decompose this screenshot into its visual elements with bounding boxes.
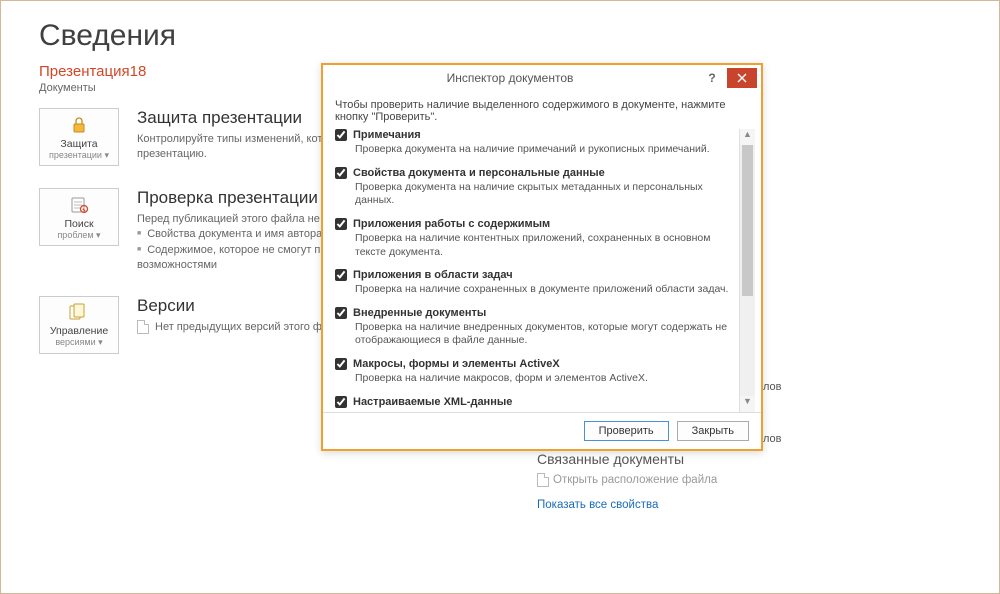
lock-icon — [68, 114, 90, 136]
scroll-thumb[interactable] — [742, 145, 753, 296]
inspector-checkbox[interactable] — [335, 358, 347, 370]
inspector-item-name: Приложения работы с содержимым — [353, 218, 550, 230]
tile-label: Поиск — [64, 218, 93, 230]
dialog-title: Инспектор документов — [323, 71, 697, 85]
inspector-item: Настраиваемые XML-данные Проверка докумен… — [335, 396, 739, 412]
document-inspector-dialog: Инспектор документов ? Чтобы проверить н… — [321, 63, 763, 451]
close-icon — [737, 73, 747, 83]
inspector-item: Внедренные документы Проверка на наличие … — [335, 307, 739, 348]
protect-presentation-button[interactable]: Защита презентации ▾ — [39, 108, 119, 166]
inspector-item: Примечания Проверка документа на наличие … — [335, 129, 739, 157]
manage-versions-button[interactable]: Управление версиями ▾ — [39, 296, 119, 354]
file-icon — [537, 473, 549, 487]
page-title: Сведения — [39, 19, 999, 53]
inspector-item: Макросы, формы и элементы ActiveX Проверк… — [335, 358, 739, 386]
inspector-checkbox[interactable] — [335, 307, 347, 319]
inspector-checkbox[interactable] — [335, 396, 347, 408]
open-file-location[interactable]: Открыть расположение файла — [537, 473, 717, 487]
inspector-item-desc: Проверка документа на наличие скрытых ме… — [355, 181, 739, 208]
related-docs-heading: Связанные документы — [537, 451, 717, 467]
inspect-button[interactable]: Проверить — [584, 421, 669, 441]
tile-sublabel: версиями ▾ — [55, 337, 102, 348]
close-dialog-button[interactable]: Закрыть — [677, 421, 749, 441]
file-icon — [137, 320, 149, 334]
close-button[interactable] — [727, 68, 757, 88]
inspector-item-desc: Проверка на наличие макросов, форм и эле… — [355, 372, 739, 386]
inspector-item-name: Примечания — [353, 129, 421, 141]
inspector-item: Приложения работы с содержимым Проверка н… — [335, 218, 739, 259]
scroll-up-icon[interactable]: ▲ — [740, 129, 755, 145]
versions-section-title: Версии — [137, 296, 350, 316]
inspector-item-name: Настраиваемые XML-данные — [353, 396, 512, 408]
inspector-checkbox[interactable] — [335, 269, 347, 281]
inspector-item-name: Приложения в области задач — [353, 269, 513, 281]
inspector-item-name: Внедренные документы — [353, 307, 486, 319]
versions-section-desc: Нет предыдущих версий этого файла. — [137, 320, 350, 335]
help-button[interactable]: ? — [697, 68, 727, 88]
inspector-item: Приложения в области задач Проверка на на… — [335, 269, 739, 297]
check-problems-button[interactable]: Поиск проблем ▾ — [39, 188, 119, 246]
inspector-item-desc: Проверка документа на наличие примечаний… — [355, 143, 739, 157]
inspector-checkbox[interactable] — [335, 167, 347, 179]
versions-icon — [68, 301, 90, 323]
inspector-item-name: Свойства документа и персональные данные — [353, 167, 605, 179]
inspector-checkbox[interactable] — [335, 129, 347, 141]
inspector-item-desc: Проверка на наличие сохраненных в докуме… — [355, 283, 739, 297]
tile-label: Управление — [50, 325, 108, 337]
scroll-down-icon[interactable]: ▼ — [740, 396, 755, 412]
inspector-item-desc: Проверка документа на наличие настраивае… — [355, 410, 739, 412]
inspector-checkbox[interactable] — [335, 218, 347, 230]
tile-sublabel: проблем ▾ — [57, 230, 100, 241]
inspector-item-desc: Проверка на наличие контентных приложени… — [355, 232, 739, 259]
tile-sublabel: презентации ▾ — [49, 150, 109, 161]
inspector-list: Примечания Проверка документа на наличие … — [335, 129, 739, 412]
show-all-properties-link[interactable]: Показать все свойства — [537, 499, 658, 511]
tile-label: Защита — [60, 138, 97, 150]
dialog-instruction: Чтобы проверить наличие выделенного соде… — [323, 91, 761, 129]
inspector-item: Свойства документа и персональные данные… — [335, 167, 739, 208]
scrollbar[interactable]: ▲ ▼ — [739, 129, 755, 412]
inspector-item-name: Макросы, формы и элементы ActiveX — [353, 358, 560, 370]
checklist-icon — [68, 194, 90, 216]
inspector-item-desc: Проверка на наличие внедренных документо… — [355, 321, 739, 348]
